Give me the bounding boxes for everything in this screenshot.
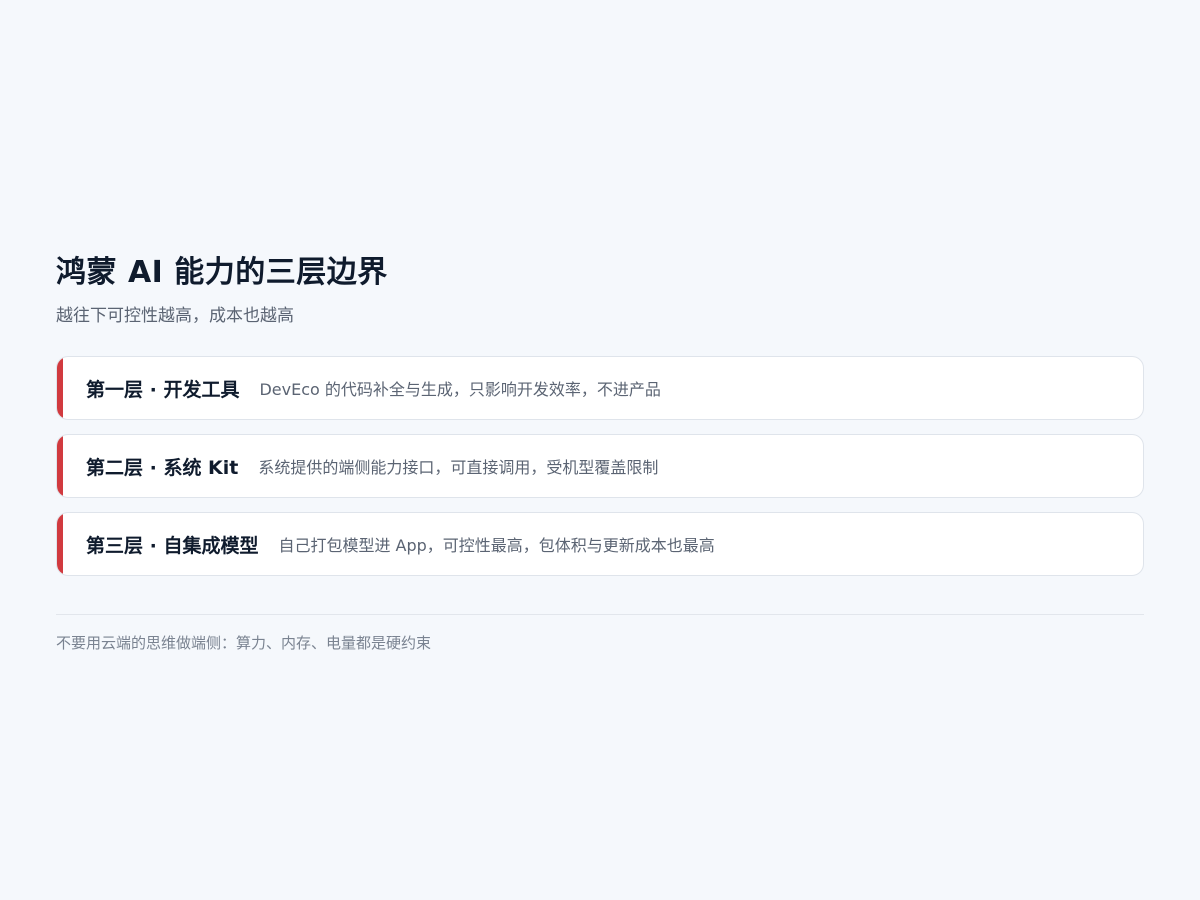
layer-name: 第二层 · 系统 Kit — [86, 456, 239, 479]
layer-description: DevEco 的代码补全与生成，只影响开发效率，不进产品 — [259, 380, 661, 399]
layer-card-2: 第二层 · 系统 Kit 系统提供的端侧能力接口，可直接调用，受机型覆盖限制 — [56, 434, 1144, 498]
layer-name: 第一层 · 开发工具 — [86, 378, 240, 401]
layer-description: 系统提供的端侧能力接口，可直接调用，受机型覆盖限制 — [258, 458, 659, 477]
page-subtitle: 越往下可控性越高，成本也越高 — [56, 306, 294, 326]
layer-name: 第三层 · 自集成模型 — [86, 534, 259, 557]
layer-list: 第一层 · 开发工具 DevEco 的代码补全与生成，只影响开发效率，不进产品 … — [56, 356, 1144, 576]
divider — [56, 614, 1144, 615]
layer-description: 自己打包模型进 App，可控性最高，包体积与更新成本也最高 — [278, 536, 715, 555]
page-title: 鸿蒙 AI 能力的三层边界 — [56, 255, 388, 290]
layer-card-1: 第一层 · 开发工具 DevEco 的代码补全与生成，只影响开发效率，不进产品 — [56, 356, 1144, 420]
footer-note: 不要用云端的思维做端侧：算力、内存、电量都是硬约束 — [56, 634, 432, 652]
layer-card-3: 第三层 · 自集成模型 自己打包模型进 App，可控性最高，包体积与更新成本也最… — [56, 512, 1144, 576]
content-area: 鸿蒙 AI 能力的三层边界 越往下可控性越高，成本也越高 第一层 · 开发工具 … — [56, 252, 1144, 654]
